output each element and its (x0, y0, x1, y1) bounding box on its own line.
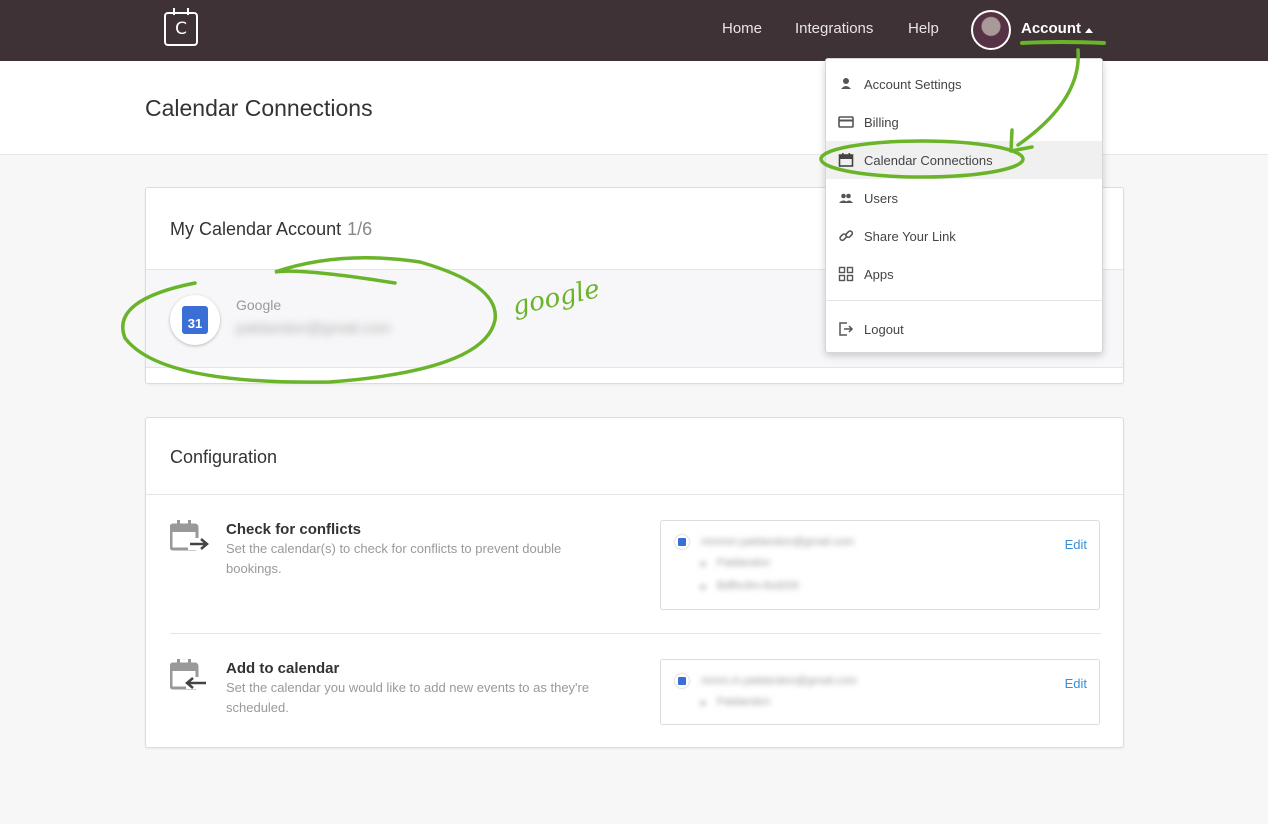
person-icon (841, 78, 851, 89)
configuration-card: Configuration Check for conflicts Set th… (145, 417, 1124, 748)
account-menu-button[interactable]: Account (1021, 20, 1081, 37)
nav-integrations-link[interactable]: Integrations (795, 20, 873, 37)
calendar-account-heading: My Calendar Account 1/6 (170, 219, 372, 240)
google-calendar-icon (675, 535, 689, 549)
configuration-title: Configuration (170, 447, 278, 467)
menu-item-logout[interactable]: Logout (826, 310, 1102, 348)
menu-item-users[interactable]: Users (826, 179, 1102, 217)
calendar-bullet-icon: ▸ (701, 558, 707, 570)
app-logo-icon[interactable]: C (164, 8, 198, 46)
users-icon (839, 193, 853, 203)
add-calendar-1: Patdandon (717, 696, 771, 708)
nav-home-link[interactable]: Home (722, 20, 762, 37)
add-to-calendar-title: Add to calendar (226, 660, 340, 677)
calendar-bullet-icon: ▸ (701, 581, 707, 593)
divider (170, 633, 1101, 634)
divider (826, 300, 1102, 301)
google-calendar-number: 31 (187, 316, 203, 331)
menu-item-account-settings[interactable]: Account Settings (826, 65, 1102, 103)
apps-grid-icon (838, 266, 854, 282)
credit-card-icon (838, 116, 854, 128)
avatar[interactable] (971, 10, 1011, 50)
calendar-account-title: My Calendar Account (170, 219, 342, 239)
top-navbar: C Home Integrations Help Account (0, 0, 1268, 61)
divider (146, 494, 1123, 495)
logout-icon (839, 322, 854, 336)
account-email: patdandon@gmail.com (236, 320, 391, 337)
check-calendar-1: Patdandon (717, 557, 771, 569)
menu-item-label: Calendar Connections (864, 152, 993, 168)
menu-item-billing[interactable]: Billing (826, 103, 1102, 141)
menu-item-label: Users (864, 190, 898, 206)
logo-letter: C (175, 19, 187, 39)
google-calendar-icon: 31 (170, 295, 220, 345)
add-to-calendar-edit-link[interactable]: Edit (1065, 676, 1087, 691)
menu-item-label: Billing (864, 114, 899, 130)
add-to-calendar-description: Set the calendar you would like to add n… (226, 680, 590, 715)
menu-item-label: Logout (864, 321, 904, 337)
calendar-check-conflicts-icon (170, 520, 209, 551)
menu-item-share-your-link[interactable]: Share Your Link (826, 217, 1102, 255)
menu-item-label: Account Settings (864, 76, 962, 92)
check-account-email: mmmm.patdandon@gmail.com (701, 536, 854, 548)
provider-name: Google (236, 297, 282, 313)
check-conflicts-description: Set the calendar(s) to check for conflic… (226, 541, 562, 576)
menu-item-label: Apps (864, 266, 894, 282)
menu-item-label: Share Your Link (864, 228, 956, 244)
account-count: 1/6 (347, 219, 373, 239)
check-conflicts-calendars-box: mmmm.patdandon@gmail.com ▸ Patdandon ▸ B… (660, 520, 1100, 610)
nav-help-link[interactable]: Help (908, 20, 939, 37)
add-account-email: mmm.m.patdandon@gmail.com (701, 675, 858, 687)
menu-item-apps[interactable]: Apps (826, 255, 1102, 293)
page-title: Calendar Connections (145, 95, 373, 121)
check-conflicts-title: Check for conflicts (226, 521, 362, 538)
check-calendar-2: Bdfhc9m-llvd205 (717, 580, 799, 592)
calendar-icon (838, 153, 854, 167)
calendar-bullet-icon: ▸ (701, 697, 707, 709)
caret-up-icon[interactable] (1085, 28, 1093, 33)
google-calendar-icon (675, 674, 689, 688)
account-dropdown-menu: Account Settings Billing Calendar Connec… (825, 58, 1103, 353)
link-icon (839, 230, 854, 242)
menu-item-calendar-connections[interactable]: Calendar Connections (826, 141, 1102, 179)
calendar-add-icon (170, 659, 206, 690)
check-conflicts-edit-link[interactable]: Edit (1065, 537, 1087, 552)
add-to-calendar-box: mmm.m.patdandon@gmail.com ▸ Patdandon Ed… (660, 659, 1100, 725)
